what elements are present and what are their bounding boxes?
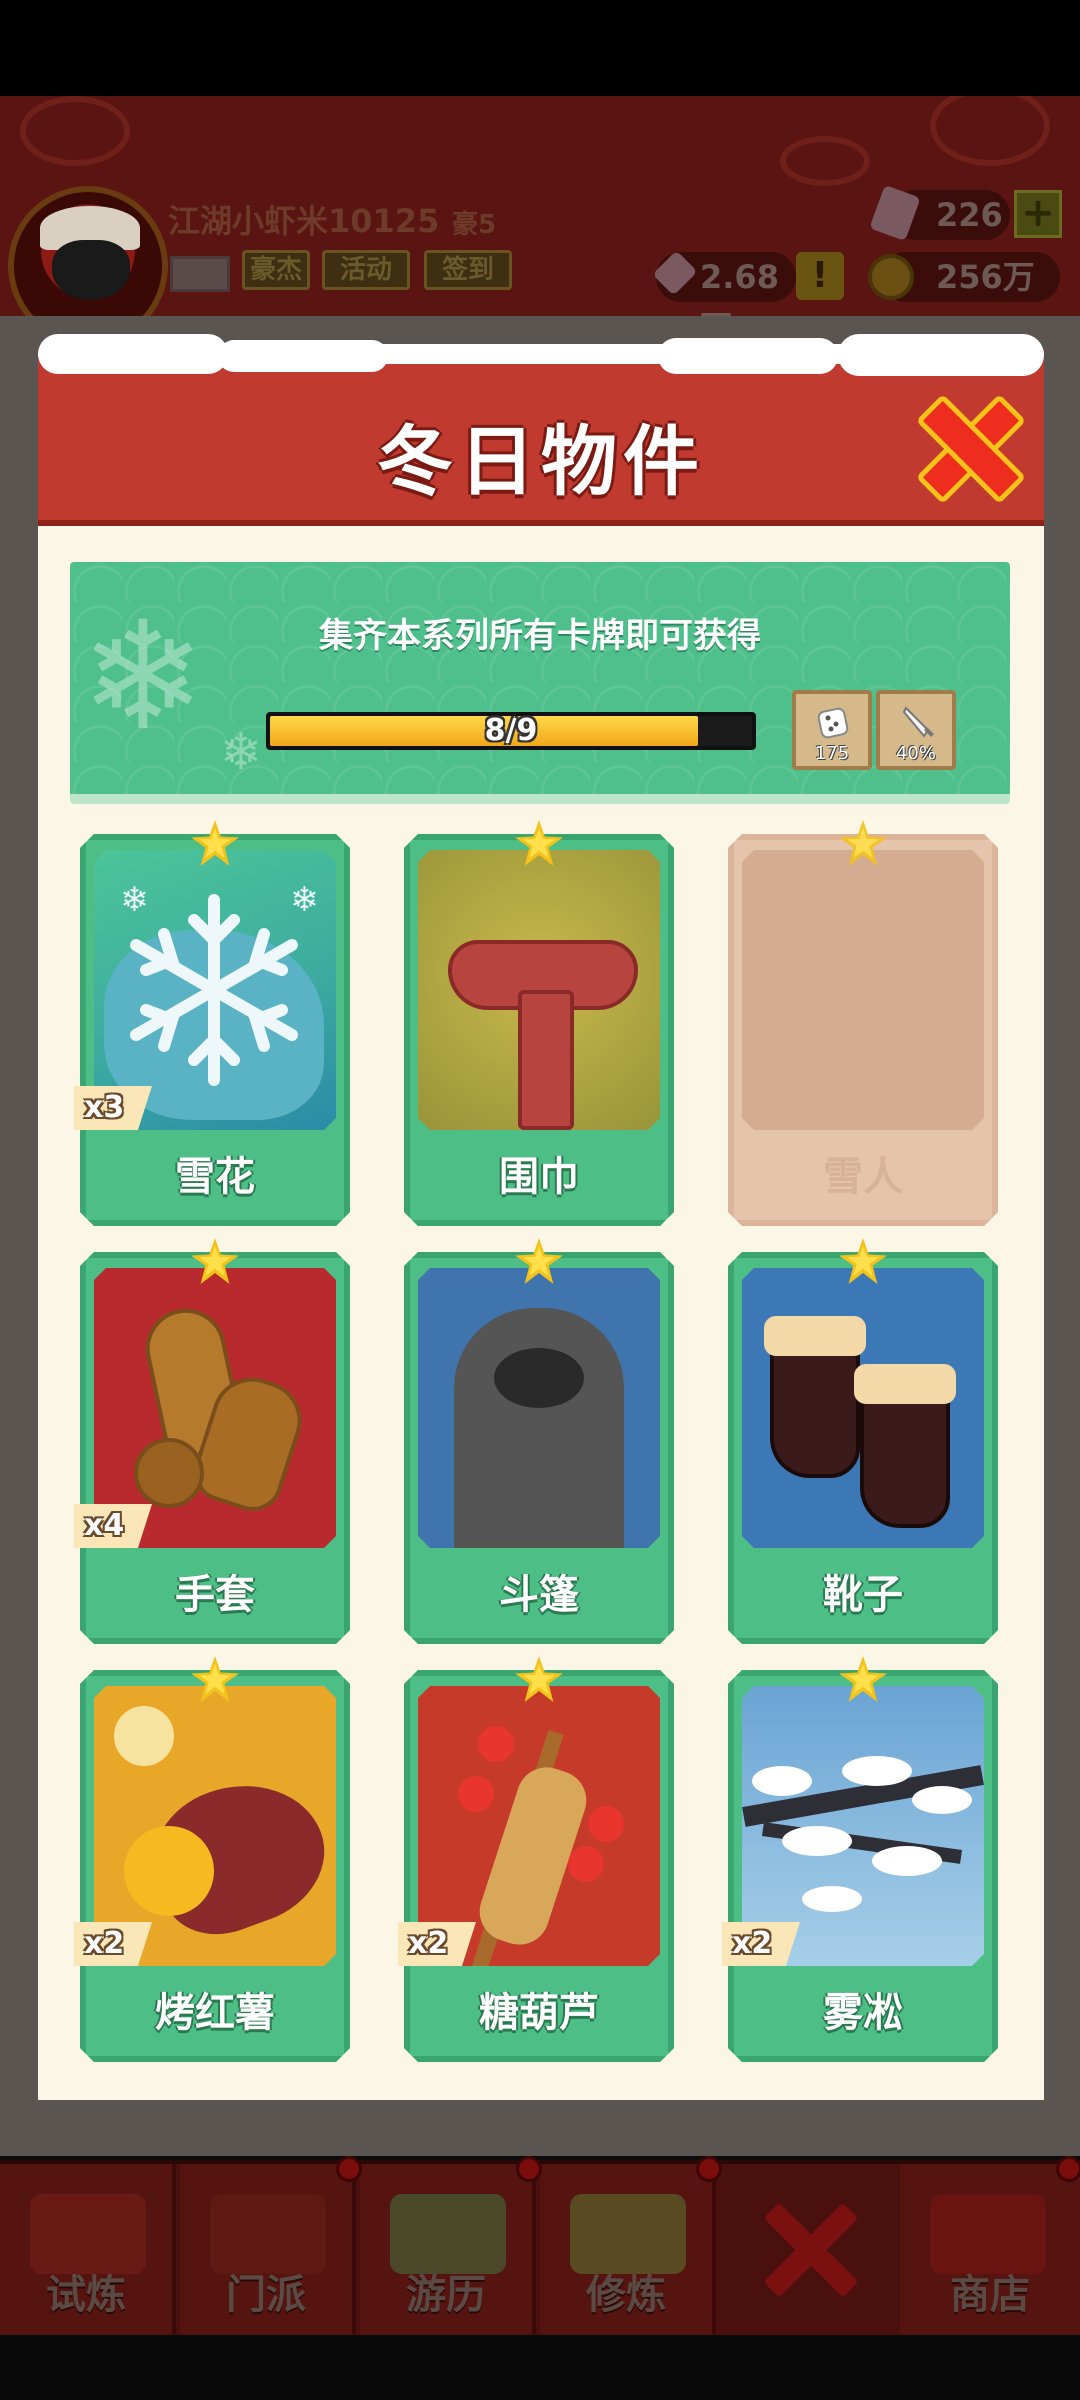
card-cloak[interactable]: 斗篷 <box>404 1238 674 1644</box>
sword-icon <box>902 706 934 738</box>
modal-title: 冬日物件 <box>377 417 705 506</box>
potato-flesh <box>124 1826 214 1916</box>
card-boots[interactable]: 靴子 <box>728 1238 998 1644</box>
haw-berry <box>458 1776 494 1812</box>
boot-fur <box>764 1316 866 1356</box>
glove-cuff <box>134 1438 204 1508</box>
modal-header: 冬日物件 <box>38 334 1044 526</box>
collection-progress-bar: 8/9 <box>266 712 756 750</box>
dice-icon <box>817 707 849 739</box>
alert-button[interactable]: ! <box>796 252 844 300</box>
completion-reward-banner: ❄ ❄ 集齐本系列所有卡牌即可获得 8/9 175 40% <box>70 562 1010 804</box>
scarf-tail <box>518 990 574 1130</box>
reward-weapon[interactable]: 40% <box>876 690 956 770</box>
card-candied-haws[interactable]: x2 糖葫芦 <box>398 1656 674 2062</box>
card-snowflake[interactable]: ❄ ❄ x3 雪花 <box>74 820 350 1226</box>
card-name: 雪花 <box>175 1154 255 1200</box>
add-gems-button[interactable]: + <box>1014 190 1062 238</box>
reward-description: 集齐本系列所有卡牌即可获得 <box>319 616 761 656</box>
player-name: 江湖小虾米10125 <box>168 202 440 240</box>
snow-decoration <box>838 334 1044 376</box>
card-snowman-locked[interactable]: 雪人 <box>728 820 998 1226</box>
nav-shop[interactable]: 商店 <box>900 2164 1080 2334</box>
hero-button[interactable]: 豪杰 <box>242 250 310 290</box>
snow-clump <box>752 1766 812 1796</box>
nav-label: 商店 <box>950 2272 1030 2318</box>
card-name: 手套 <box>175 1572 255 1618</box>
scarf-icon <box>418 850 660 1130</box>
card-name: 雪人 <box>823 1154 903 1200</box>
snow-decoration <box>38 334 228 374</box>
progress-label: 8/9 <box>484 713 538 748</box>
card-name: 斗篷 <box>499 1572 579 1618</box>
reward-dice[interactable]: 175 <box>792 690 872 770</box>
nav-label: 修炼 <box>586 2272 666 2318</box>
nav-close-icon[interactable] <box>760 2200 860 2300</box>
boots-icon <box>742 1268 984 1548</box>
snow-clump <box>872 1846 942 1876</box>
card-sweet-potato[interactable]: x2 烤红薯 <box>74 1656 350 2062</box>
nav-label: 门派 <box>226 2272 306 2318</box>
snow-decoration <box>658 338 838 374</box>
card-name: 糖葫芦 <box>479 1990 599 2036</box>
snow-decoration <box>218 340 388 372</box>
card-name: 围巾 <box>499 1154 579 1200</box>
small-snowflake-icon: ❄ <box>290 880 319 920</box>
nav-label: 试炼 <box>46 2272 126 2318</box>
boot-fur <box>854 1364 956 1404</box>
snow-clump <box>842 1756 912 1786</box>
reward-value: 175 <box>814 743 850 764</box>
nav-sect[interactable]: 门派 <box>180 2164 356 2334</box>
cloak-icon <box>418 1268 660 1548</box>
card-gloves[interactable]: x4 手套 <box>74 1238 350 1644</box>
locked-card-placeholder <box>742 850 984 1130</box>
status-bar <box>0 0 1080 96</box>
notification-dot <box>516 2156 542 2182</box>
close-button[interactable] <box>920 398 1012 490</box>
activity-button[interactable]: 活动 <box>322 250 410 290</box>
card-name: 靴子 <box>823 1572 903 1618</box>
avatar-face <box>52 240 130 300</box>
steam-puff <box>114 1706 174 1766</box>
card-name: 烤红薯 <box>155 1990 275 2036</box>
notification-dot <box>336 2156 362 2182</box>
card-rime[interactable]: x2 雾凇 <box>722 1656 998 2062</box>
notification-dot <box>696 2156 722 2182</box>
reward-value: 40% <box>895 743 936 764</box>
small-snowflake-icon: ❄ <box>120 880 149 920</box>
nav-label: 游历 <box>406 2272 486 2318</box>
haw-berry <box>588 1806 624 1842</box>
player-rank: 豪5 <box>452 210 497 240</box>
cloud-decoration <box>930 96 1050 166</box>
cloud-decoration <box>780 136 870 186</box>
haw-berry <box>478 1726 514 1762</box>
checkin-button[interactable]: 签到 <box>424 250 512 290</box>
nav-travel[interactable]: 游历 <box>360 2164 536 2334</box>
card-scarf[interactable]: 围巾 <box>404 820 674 1226</box>
nav-cultivate[interactable]: 修炼 <box>540 2164 716 2334</box>
snow-clump <box>782 1826 852 1856</box>
nav-trial[interactable]: 试炼 <box>0 2164 176 2334</box>
card-name: 雾凇 <box>823 1990 903 2036</box>
gesture-bar <box>0 2336 1080 2400</box>
snowflake-icon <box>130 894 298 1086</box>
notification-dot <box>1056 2156 1080 2182</box>
cloak-hood <box>494 1348 584 1408</box>
snow-clump <box>802 1886 862 1912</box>
cloak-body <box>454 1308 624 1548</box>
haw-berry <box>568 1846 604 1882</box>
coin-icon <box>868 254 914 300</box>
mail-icon[interactable] <box>170 256 230 292</box>
snow-clump <box>912 1786 972 1814</box>
cloud-decoration <box>20 96 130 166</box>
